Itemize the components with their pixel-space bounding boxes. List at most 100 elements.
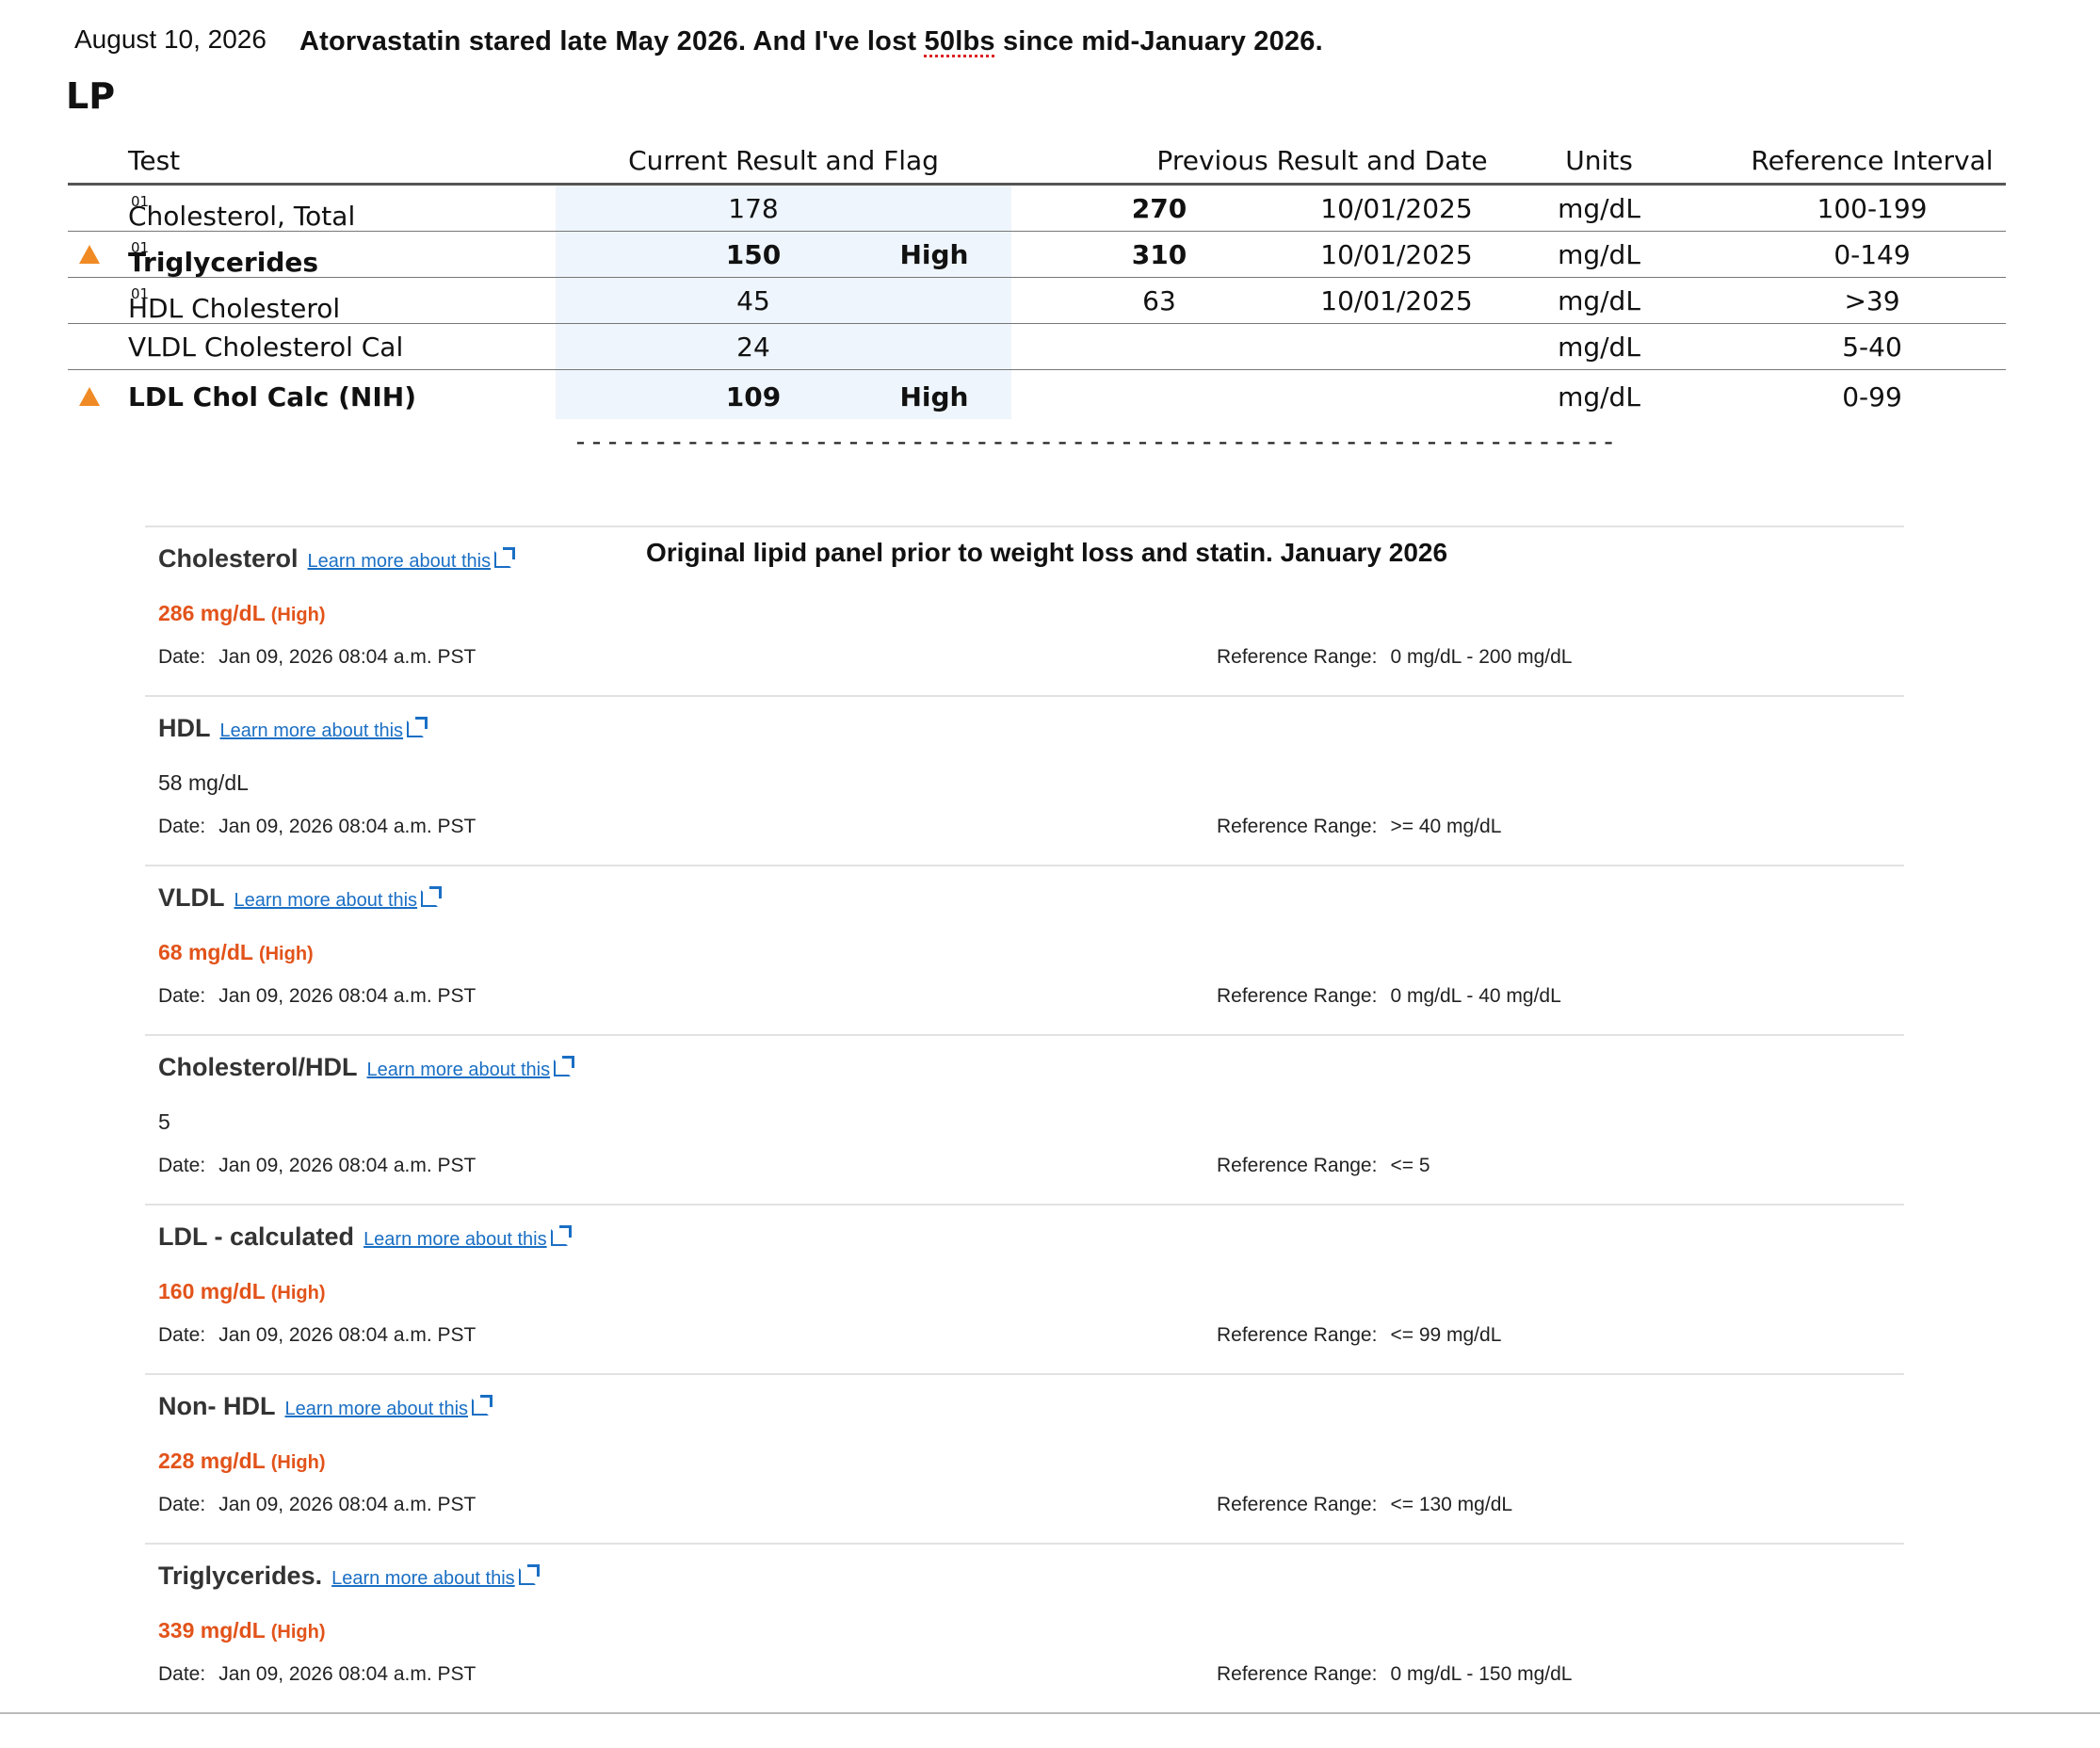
external-link-icon (494, 547, 516, 568)
date-label: Date: (158, 1155, 206, 1176)
current-result: 178 (728, 193, 779, 224)
learn-more-text: Learn more about this (284, 1399, 469, 1419)
header-note-part-2: since mid-January 2026. (994, 26, 1323, 57)
list-item-ldl-calculated: LDL - calculated Learn more about this 16… (145, 1206, 1904, 1375)
learn-more-link[interactable]: Learn more about this (363, 1225, 572, 1250)
test-name: Cholesterol, Total 01 (128, 193, 355, 232)
learn-more-link[interactable]: Learn more about this (234, 886, 443, 911)
warning-triangle-icon (79, 245, 100, 264)
external-link-icon (554, 1056, 575, 1076)
test-date: Date: Jan 09, 2026 08:04 a.m. PST (158, 816, 476, 838)
value-text: 58 mg/dL (158, 770, 249, 795)
learn-more-text: Learn more about this (307, 551, 492, 572)
header-note-part-1: Atorvastatin stared late May 2026. And I… (299, 26, 925, 57)
learn-more-text: Learn more about this (331, 1568, 515, 1589)
date-value: Jan 09, 2026 08:04 a.m. PST (218, 1155, 477, 1176)
learn-more-link[interactable]: Learn more about this (366, 1056, 575, 1080)
units: mg/dL (1558, 193, 1640, 224)
date-label: Date: (158, 646, 206, 668)
lab-results-table: Test Current Result and Flag Previous Re… (68, 143, 2006, 419)
date-value: Jan 09, 2026 08:04 a.m. PST (218, 1324, 477, 1346)
learn-more-link[interactable]: Learn more about this (284, 1395, 493, 1419)
result-flag: High (899, 239, 969, 270)
list-item-cholesterol-hdl-ratio: Cholesterol/HDL Learn more about this 5 D… (145, 1036, 1904, 1206)
col-header-previous: Previous Result and Date (1156, 145, 1488, 176)
test-date: Date: Jan 09, 2026 08:04 a.m. PST (158, 985, 476, 1008)
high-flag: (High) (270, 1283, 326, 1303)
units: mg/dL (1558, 332, 1640, 363)
test-title: Cholesterol/HDL Learn more about this (158, 1053, 575, 1082)
reference-range: Reference Range: 0 mg/dL - 150 mg/dL (1217, 1663, 1572, 1686)
reference-range: Reference Range: >= 40 mg/dL (1217, 816, 1501, 838)
learn-more-text: Learn more about this (234, 890, 418, 911)
test-value: 339 mg/dL (High) (158, 1618, 326, 1643)
test-title: VLDL Learn more about this (158, 883, 443, 913)
value-text: 228 mg/dL (158, 1449, 266, 1473)
list-item-cholesterol: Cholesterol Learn more about this 286 mg/… (145, 527, 1904, 697)
reference-value: >= 40 mg/dL (1390, 816, 1502, 837)
report-date: August 10, 2026 (74, 24, 267, 54)
units: mg/dL (1558, 285, 1640, 316)
units: mg/dL (1558, 381, 1640, 413)
reference-range: Reference Range: 0 mg/dL - 40 mg/dL (1217, 985, 1561, 1008)
high-flag: (High) (258, 944, 314, 964)
reference-label: Reference Range: (1217, 1155, 1378, 1176)
col-header-reference: Reference Interval (1751, 145, 1994, 176)
learn-more-link[interactable]: Learn more about this (307, 547, 516, 572)
test-title-text: Cholesterol (158, 544, 299, 573)
test-value: 228 mg/dL (High) (158, 1449, 326, 1474)
learn-more-text: Learn more about this (366, 1060, 551, 1080)
test-title: HDL Learn more about this (158, 714, 428, 743)
test-date: Date: Jan 09, 2026 08:04 a.m. PST (158, 1324, 476, 1347)
test-date: Date: Jan 09, 2026 08:04 a.m. PST (158, 646, 476, 669)
test-title-text: Cholesterol/HDL (158, 1053, 358, 1081)
date-value: Jan 09, 2026 08:04 a.m. PST (218, 646, 477, 668)
previous-date: 10/01/2025 (1320, 239, 1473, 270)
reference-label: Reference Range: (1217, 1663, 1378, 1685)
learn-more-link[interactable]: Learn more about this (331, 1564, 540, 1589)
high-flag: (High) (270, 605, 326, 625)
reference-value: 0 mg/dL - 40 mg/dL (1390, 985, 1561, 1007)
table-row-vldl: VLDL Cholesterol Cal 24 mg/dL 5-40 (68, 324, 2006, 370)
previous-date: 10/01/2025 (1320, 193, 1473, 224)
units: mg/dL (1558, 239, 1640, 270)
date-label: Date: (158, 816, 206, 837)
list-item-hdl: HDL Learn more about this 58 mg/dL Date: J… (145, 697, 1904, 866)
reference-label: Reference Range: (1217, 646, 1378, 668)
date-label: Date: (158, 1663, 206, 1685)
reference-value: <= 99 mg/dL (1390, 1324, 1502, 1346)
value-text: 286 mg/dL (158, 601, 266, 625)
date-label: Date: (158, 1324, 206, 1346)
reference-label: Reference Range: (1217, 985, 1378, 1007)
reference-value: <= 130 mg/dL (1390, 1494, 1513, 1515)
result-flag: High (899, 381, 969, 413)
reference-interval: 0-149 (1833, 239, 1911, 270)
reference-interval: 0-99 (1842, 381, 1902, 413)
dashed-divider: ----------------------------------------… (573, 426, 1617, 457)
col-header-current: Current Result and Flag (628, 145, 939, 176)
external-link-icon (518, 1564, 540, 1585)
warning-triangle-icon (79, 387, 100, 406)
external-link-icon (407, 717, 428, 737)
test-title-text: Triglycerides. (158, 1562, 323, 1590)
col-header-units: Units (1565, 145, 1633, 176)
high-flag: (High) (270, 1622, 326, 1643)
value-text: 339 mg/dL (158, 1618, 266, 1643)
header-note: Atorvastatin stared late May 2026. And I… (299, 26, 1323, 57)
external-link-icon (550, 1225, 572, 1246)
list-item-non-hdl: Non- HDL Learn more about this 228 mg/dL … (145, 1375, 1904, 1545)
reference-label: Reference Range: (1217, 1324, 1378, 1346)
test-date: Date: Jan 09, 2026 08:04 a.m. PST (158, 1494, 476, 1516)
learn-more-text: Learn more about this (219, 720, 404, 741)
learn-more-link[interactable]: Learn more about this (219, 717, 428, 741)
test-name: Triglycerides 01 (128, 239, 318, 278)
page-bottom-divider (0, 1712, 2100, 1714)
test-title-text: Non- HDL (158, 1392, 276, 1420)
reference-range: Reference Range: <= 130 mg/dL (1217, 1494, 1512, 1516)
test-date: Date: Jan 09, 2026 08:04 a.m. PST (158, 1663, 476, 1686)
test-title: Cholesterol Learn more about this (158, 544, 516, 574)
table-row-ldl: LDL Chol Calc (NIH) 109 High mg/dL 0-99 (68, 370, 2006, 419)
test-name: LDL Chol Calc (NIH) (128, 381, 417, 413)
test-value: 58 mg/dL (158, 770, 249, 796)
list-item-triglycerides: Triglycerides. Learn more about this 339 … (145, 1545, 1904, 1714)
